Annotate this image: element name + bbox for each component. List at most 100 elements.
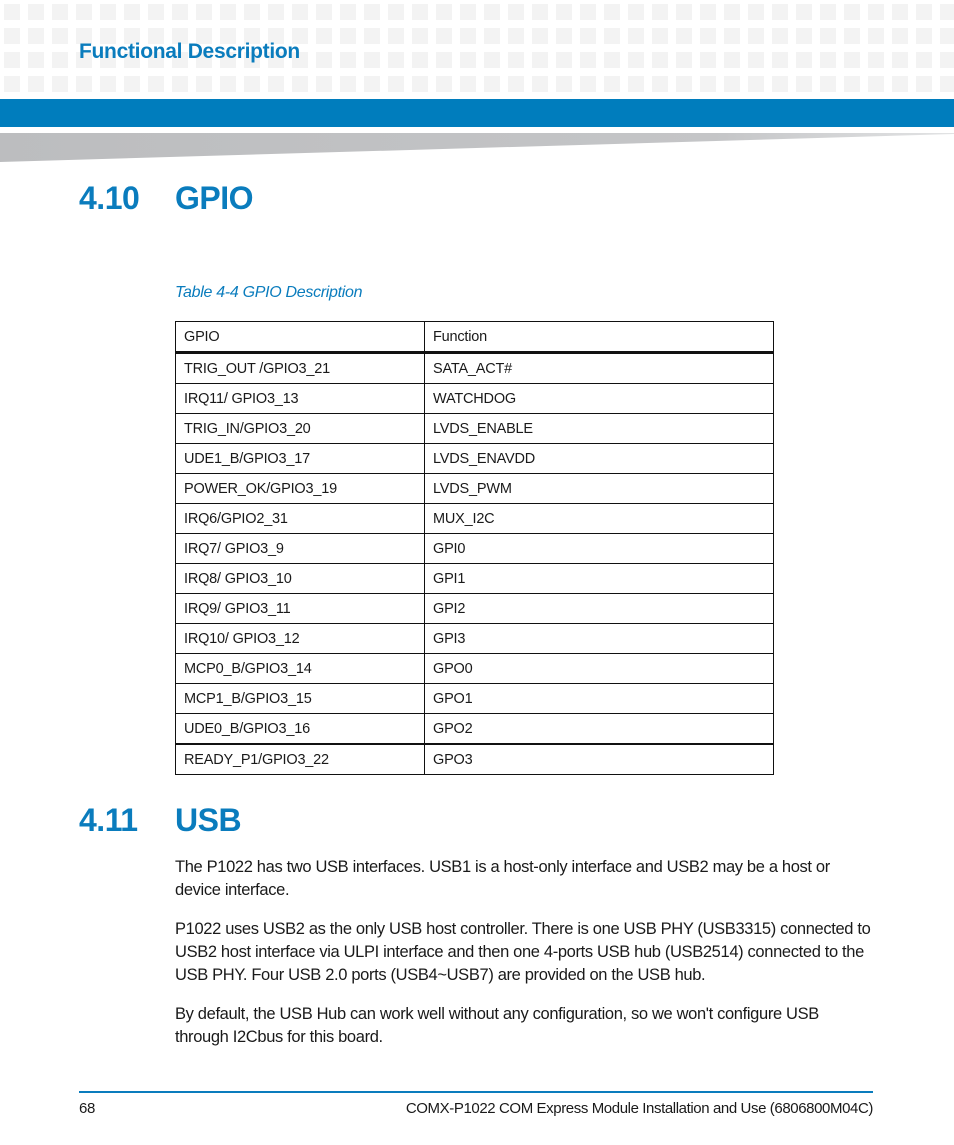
gpio-cell: READY_P1/GPIO3_22: [175, 743, 425, 775]
function-cell: LVDS_ENABLE: [424, 413, 774, 444]
grid-square: [340, 76, 356, 92]
grid-square: [580, 52, 596, 68]
gpio-cell: IRQ11/ GPIO3_13: [175, 383, 425, 414]
grid-square: [532, 28, 548, 44]
grid-square: [76, 4, 92, 20]
grid-square: [556, 76, 572, 92]
grid-square: [868, 4, 884, 20]
function-cell: LVDS_PWM: [424, 473, 774, 504]
table-row: IRQ10/ GPIO3_12 GPI3: [175, 623, 774, 654]
table-row: MCP1_B/GPIO3_15 GPO1: [175, 683, 774, 714]
grid-square: [676, 52, 692, 68]
usb-paragraph-1: The P1022 has two USB interfaces. USB1 i…: [175, 858, 830, 899]
grid-square: [148, 76, 164, 92]
function-cell: GPI3: [424, 623, 774, 654]
grid-square: [940, 76, 954, 92]
table-row: UDE0_B/GPIO3_16 GPO2: [175, 713, 774, 745]
grid-square: [244, 76, 260, 92]
grid-square: [748, 28, 764, 44]
grid-square: [628, 52, 644, 68]
grid-square: [724, 28, 740, 44]
grid-square: [796, 76, 812, 92]
grid-square: [268, 4, 284, 20]
grid-square: [460, 76, 476, 92]
section-number: 4.11: [79, 802, 138, 838]
grid-square: [700, 4, 716, 20]
grid-square: [4, 4, 20, 20]
gpio-cell: POWER_OK/GPIO3_19: [175, 473, 425, 504]
grid-square: [916, 28, 932, 44]
grid-square: [868, 76, 884, 92]
grid-square: [364, 28, 380, 44]
table-row: TRIG_OUT /GPIO3_21 SATA_ACT#: [175, 352, 774, 384]
grid-square: [532, 52, 548, 68]
grid-square: [652, 76, 668, 92]
grid-square: [196, 4, 212, 20]
grid-square: [892, 76, 908, 92]
function-cell: SATA_ACT#: [424, 352, 774, 384]
grid-square: [436, 76, 452, 92]
grid-square: [676, 28, 692, 44]
usb-paragraph-2: P1022 uses USB2 as the only USB host con…: [175, 920, 871, 984]
grid-square: [676, 76, 692, 92]
grid-square: [172, 4, 188, 20]
grid-square: [604, 76, 620, 92]
table-row: TRIG_IN/GPIO3_20 LVDS_ENABLE: [175, 413, 774, 444]
grid-square: [196, 76, 212, 92]
grid-square: [868, 52, 884, 68]
grid-square: [508, 4, 524, 20]
grid-square: [124, 76, 140, 92]
section-number: 4.10: [79, 180, 140, 216]
section-heading-gpio: 4.10 GPIO: [79, 180, 254, 217]
grid-square: [676, 4, 692, 20]
grid-square: [364, 4, 380, 20]
grid-square: [628, 28, 644, 44]
column-header-gpio: GPIO: [175, 321, 425, 354]
header-blue-bar: [0, 99, 954, 127]
column-header-function: Function: [424, 321, 774, 354]
grid-square: [700, 76, 716, 92]
grid-square: [388, 28, 404, 44]
grid-square: [4, 28, 20, 44]
gpio-cell: MCP0_B/GPIO3_14: [175, 653, 425, 684]
grid-square: [556, 28, 572, 44]
grid-square: [772, 76, 788, 92]
grid-square: [652, 4, 668, 20]
grid-square: [892, 28, 908, 44]
grid-square: [940, 4, 954, 20]
grid-square: [772, 28, 788, 44]
function-cell: GPO2: [424, 713, 774, 745]
grid-square: [412, 52, 428, 68]
grid-square: [652, 52, 668, 68]
grid-square: [100, 76, 116, 92]
function-cell: GPI1: [424, 563, 774, 594]
grid-square: [388, 52, 404, 68]
grid-square: [172, 76, 188, 92]
grid-square: [220, 4, 236, 20]
grid-square: [460, 28, 476, 44]
grid-square: [4, 52, 20, 68]
grid-square: [940, 28, 954, 44]
function-cell: MUX_I2C: [424, 503, 774, 534]
grid-square: [748, 52, 764, 68]
grid-square: [340, 4, 356, 20]
grid-square: [700, 28, 716, 44]
grid-square: [796, 28, 812, 44]
grid-square: [628, 76, 644, 92]
grid-square: [580, 76, 596, 92]
grid-square: [28, 76, 44, 92]
grid-square: [436, 52, 452, 68]
grid-square: [124, 4, 140, 20]
gpio-cell: MCP1_B/GPIO3_15: [175, 683, 425, 714]
grid-square: [532, 76, 548, 92]
grid-square: [844, 28, 860, 44]
grid-square: [844, 76, 860, 92]
grid-square: [4, 76, 20, 92]
document-title: COMX-P1022 COM Express Module Installati…: [405, 1100, 874, 1117]
grid-square: [580, 4, 596, 20]
grid-square: [652, 28, 668, 44]
grid-square: [460, 52, 476, 68]
table-header-row: GPIO Function: [175, 321, 774, 354]
chapter-title: Functional Description: [79, 40, 300, 63]
grid-square: [220, 76, 236, 92]
